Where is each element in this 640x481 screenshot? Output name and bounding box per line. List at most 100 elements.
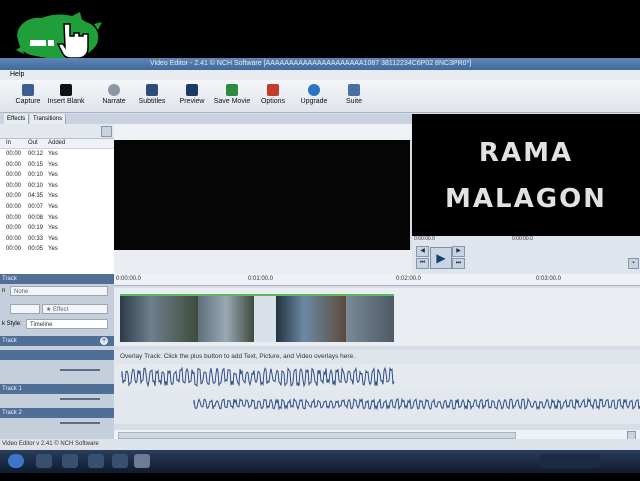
step-forward-icon[interactable]: ▶	[452, 246, 465, 257]
clip-added-cell: Yes	[48, 203, 58, 210]
clip-added-cell: Yes	[48, 225, 58, 232]
clip-list-row[interactable]: 00:00 00:08 Yes	[0, 213, 114, 224]
video-track[interactable]	[114, 288, 640, 346]
insert-blank-button[interactable]: Insert Blank	[44, 82, 88, 112]
tab-effects[interactable]: Effects	[4, 114, 30, 124]
transition-slot[interactable]	[254, 296, 276, 342]
add-overlay-icon[interactable]: +	[100, 337, 108, 345]
options-icon	[267, 84, 279, 96]
video-clip-1[interactable]	[120, 296, 198, 342]
microphone-icon	[108, 84, 120, 96]
clip-added-cell: Yes	[48, 246, 58, 253]
clip-added-cell: Yes	[48, 235, 58, 242]
clip-list-row[interactable]: 00:00 04:35 Yes	[0, 191, 114, 202]
clip-preview-screen	[114, 140, 410, 250]
clip-list-row[interactable]: 00:00 00:07 Yes	[0, 202, 114, 213]
volume-slider-3[interactable]	[60, 422, 100, 424]
film-icon	[186, 84, 198, 96]
audio-waveform-2	[193, 397, 640, 411]
toolbar: Capture Insert Blank Narrate Subtitles P…	[0, 80, 640, 113]
video-controls-header	[0, 350, 114, 360]
sequence-preview-screen: RAMA MALAGON 0:00:00.0 0:00:00.0	[412, 114, 640, 242]
volume-slider-2[interactable]	[60, 398, 100, 400]
transition-select[interactable]: None	[10, 286, 108, 296]
clip-list-row[interactable]: 00:00 00:10 Yes	[0, 181, 114, 192]
scrollbar-thumb[interactable]	[118, 432, 516, 439]
clip-in-cell: 00:00	[6, 161, 22, 168]
clip-in-cell: 00:00	[6, 182, 22, 189]
taskbar-video-editor-icon[interactable]	[134, 454, 150, 468]
ruler-tick: 0:03:00.0	[536, 276, 562, 282]
clip-out-cell: 00:33	[28, 235, 44, 242]
suite-icon	[348, 84, 360, 96]
clip-list-columns: In Out Added	[0, 139, 114, 149]
style-select[interactable]: Timeline	[26, 319, 108, 329]
clip-added-cell: Yes	[48, 193, 58, 200]
play-icon[interactable]: ▶	[430, 247, 452, 269]
video-clip-3[interactable]	[276, 296, 346, 342]
volume-slider-1[interactable]	[60, 369, 100, 371]
taskbar-explorer-icon[interactable]	[36, 454, 52, 468]
effect-placeholder[interactable]	[10, 304, 40, 314]
clip-added-cell: Yes	[48, 161, 58, 168]
timeline-scrollbar[interactable]	[114, 430, 640, 440]
subtitles-icon	[146, 84, 158, 96]
menu-help[interactable]: Help	[10, 71, 24, 78]
save-movie-button[interactable]: Save Movie	[210, 82, 254, 112]
clip-out-cell: 00:05	[28, 246, 44, 253]
clip-list-row[interactable]: 00:00 00:05 Yes	[0, 244, 114, 255]
preview-header	[114, 124, 412, 140]
clip-in-cell: 00:00	[6, 235, 22, 242]
taskbar-app-icon[interactable]	[112, 454, 128, 468]
fullscreen-icon[interactable]: ▪	[628, 258, 639, 269]
clip-added-cell: Yes	[48, 214, 58, 221]
go-end-icon[interactable]: ⏭	[452, 258, 465, 269]
upgrade-button[interactable]: Upgrade	[292, 82, 336, 112]
panel-menu-icon[interactable]	[101, 126, 112, 137]
clip-out-cell: 04:35	[28, 193, 44, 200]
clip-list-row[interactable]: 00:00 00:10 Yes	[0, 170, 114, 181]
overlay-track-hint: Overlay Track: Click the plus button to …	[114, 350, 640, 364]
preview-button[interactable]: Preview	[170, 82, 214, 112]
video-clip-4[interactable]	[346, 296, 394, 342]
timeline-ruler[interactable]: 0:00:00.0 0:01:00.0 0:02:00.0 0:03:00.0	[114, 274, 640, 286]
column-in[interactable]: In	[6, 139, 11, 148]
overlay-track-header: Track	[0, 336, 114, 346]
clip-out-cell: 00:08	[28, 214, 44, 221]
column-added[interactable]: Added	[48, 139, 65, 148]
save-movie-icon	[226, 84, 238, 96]
upgrade-icon	[308, 84, 320, 96]
clip-added-cell: Yes	[48, 151, 58, 157]
clip-list-row[interactable]: 00:00 00:19 Yes	[0, 223, 114, 234]
effect-button[interactable]: ★ Effect	[42, 304, 108, 314]
clip-added-cell: Yes	[48, 182, 58, 189]
clip-in-cell: 00:00	[6, 151, 22, 157]
ruler-tick: 0:01:00.0	[248, 276, 274, 282]
audio-track2-header: Track 2	[0, 408, 114, 418]
clip-list-row[interactable]: 00:00 00:33 Yes	[0, 234, 114, 245]
column-out[interactable]: Out	[28, 139, 38, 148]
options-button[interactable]: Options	[251, 82, 295, 112]
video-clip-2[interactable]	[198, 296, 254, 342]
blank-clip-icon	[60, 84, 72, 96]
suite-button[interactable]: Suite	[332, 82, 376, 112]
clip-out-cell: 00:10	[28, 182, 44, 189]
audio-track-2[interactable]	[114, 390, 640, 424]
tab-transitions[interactable]: Transitions	[30, 114, 67, 124]
clip-preview-controls	[114, 250, 412, 274]
taskbar-browser-icon[interactable]	[88, 454, 104, 468]
panel-tabs: Effects Transitions	[0, 114, 412, 124]
subtitles-button[interactable]: Subtitles	[130, 82, 174, 112]
clip-out-cell: 00:10	[28, 172, 44, 179]
go-start-icon[interactable]: ⏮	[416, 258, 429, 269]
clip-list-row[interactable]: 00:00 00:15 Yes	[0, 160, 114, 171]
taskbar-media-icon[interactable]	[62, 454, 78, 468]
transition-label: n	[2, 288, 6, 294]
audio-track-1[interactable]	[114, 364, 640, 390]
start-button-icon[interactable]	[8, 454, 24, 468]
step-back-icon[interactable]: ◀	[416, 246, 429, 257]
system-tray[interactable]	[540, 454, 600, 468]
hand-cursor-logo	[16, 12, 102, 59]
clip-in-cell: 00:00	[6, 193, 22, 200]
clip-list-row[interactable]: 00:00 00:12 Yes	[0, 149, 114, 160]
